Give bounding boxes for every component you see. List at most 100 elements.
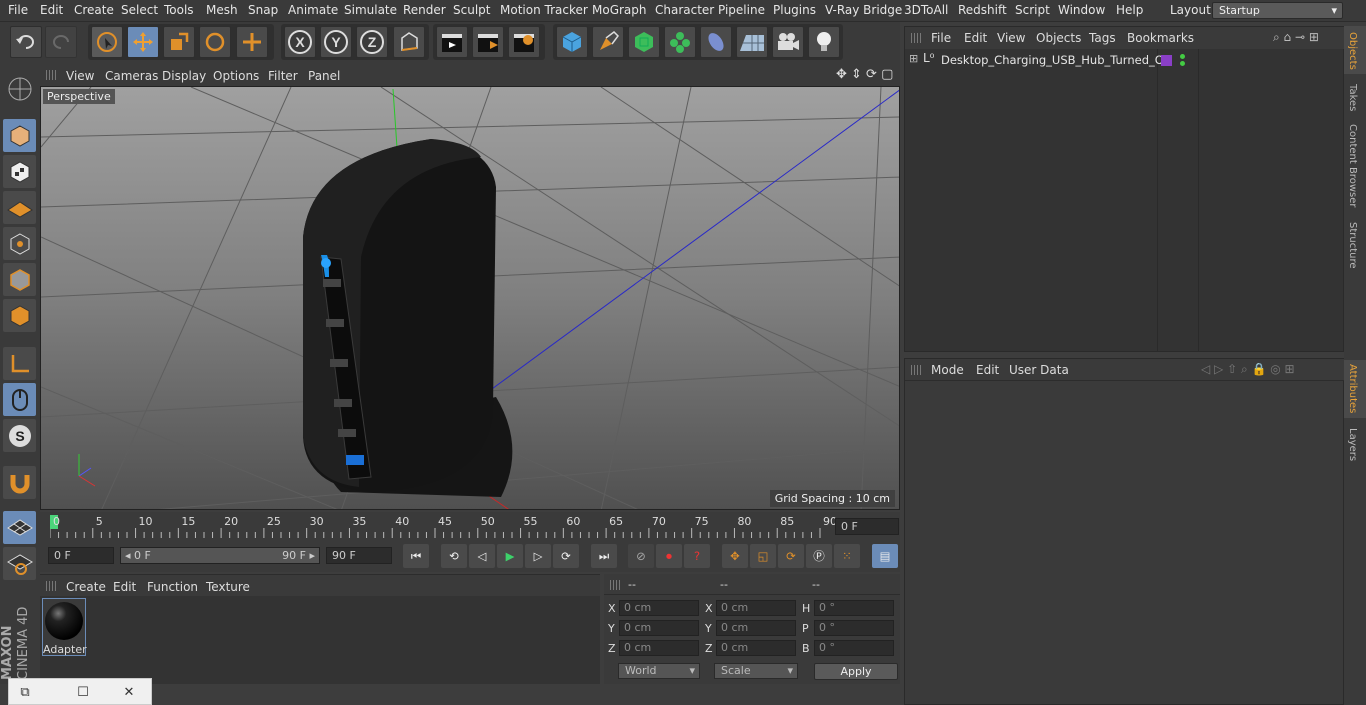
next-frame-button[interactable]: ▷ bbox=[525, 544, 551, 568]
size-mode-select[interactable]: Scale ▾ bbox=[714, 663, 798, 679]
render-visibility-icon[interactable] bbox=[1180, 61, 1185, 66]
attribute-menu-edit[interactable]: Edit bbox=[976, 363, 999, 377]
menu-sculpt[interactable]: Sculpt bbox=[453, 3, 490, 17]
menu-simulate[interactable]: Simulate bbox=[344, 3, 397, 17]
menu-help[interactable]: Help bbox=[1116, 3, 1143, 17]
key-position-button[interactable]: ✥ bbox=[722, 544, 748, 568]
pos-x-field[interactable]: 0 cm bbox=[619, 600, 699, 616]
render-view-button[interactable] bbox=[436, 26, 468, 58]
start-frame-field[interactable]: 0 F bbox=[48, 547, 114, 564]
deformer-button[interactable] bbox=[700, 26, 732, 58]
magnet-button[interactable] bbox=[3, 466, 36, 499]
rot-b-field[interactable]: 0 ° bbox=[814, 640, 894, 656]
points-mode-button[interactable] bbox=[3, 227, 36, 260]
camera-button[interactable] bbox=[772, 26, 804, 58]
light-button[interactable] bbox=[808, 26, 840, 58]
object-menu-tags[interactable]: Tags bbox=[1089, 31, 1116, 45]
timeline-window-button[interactable]: ▤ bbox=[872, 544, 898, 568]
coordinate-system-button[interactable] bbox=[393, 26, 425, 58]
layer-tag-icon[interactable] bbox=[1161, 55, 1172, 66]
grid-lock-button[interactable] bbox=[3, 511, 36, 544]
pos-y-field[interactable]: 0 cm bbox=[619, 620, 699, 636]
live-selection-button[interactable] bbox=[91, 26, 123, 58]
menu-mesh[interactable]: Mesh bbox=[206, 3, 238, 17]
close-button[interactable]: ✕ bbox=[119, 683, 139, 701]
maximize-button[interactable]: ☐ bbox=[73, 683, 93, 701]
previous-frame-button[interactable]: ◁ bbox=[469, 544, 495, 568]
menu-character[interactable]: Character bbox=[655, 3, 714, 17]
attribute-menu-user-data[interactable]: User Data bbox=[1009, 363, 1069, 377]
pos-z-field[interactable]: 0 cm bbox=[619, 640, 699, 656]
material-menu-edit[interactable]: Edit bbox=[113, 580, 136, 594]
3d-viewport[interactable]: Perspective Grid Spacing : 10 cm bbox=[40, 86, 900, 510]
key-rotation-button[interactable]: ⟳ bbox=[778, 544, 804, 568]
menu-motion-tracker[interactable]: Motion Tracker bbox=[500, 3, 588, 17]
material-menu-create[interactable]: Create bbox=[66, 580, 106, 594]
viewport-nav-icons[interactable]: ✥ ⇕ ⟳ ▢ bbox=[836, 67, 893, 82]
move-button[interactable] bbox=[127, 26, 159, 58]
floor-button[interactable] bbox=[736, 26, 768, 58]
material-menu-texture[interactable]: Texture bbox=[206, 580, 250, 594]
expand-icon[interactable]: ⊞ bbox=[909, 52, 918, 65]
menu-select[interactable]: Select bbox=[121, 3, 158, 17]
menu-edit[interactable]: Edit bbox=[40, 3, 63, 17]
coordinate-space-select[interactable]: World ▾ bbox=[618, 663, 700, 679]
object-row[interactable]: ⊞ L⁰ Desktop_Charging_USB_Hub_Turned_ON bbox=[905, 51, 1172, 69]
menu-snap[interactable]: Snap bbox=[248, 3, 278, 17]
key-parameter-button[interactable]: Ⓟ bbox=[806, 544, 832, 568]
keyframe-help-button[interactable]: ? bbox=[684, 544, 710, 568]
object-menu-objects[interactable]: Objects bbox=[1036, 31, 1081, 45]
viewport-menu-display[interactable]: Display bbox=[162, 69, 206, 83]
restore-window-button[interactable]: ⧉ bbox=[15, 683, 35, 701]
viewport-menu-options[interactable]: Options bbox=[213, 69, 259, 83]
menu-animate[interactable]: Animate bbox=[288, 3, 338, 17]
menu-create[interactable]: Create bbox=[74, 3, 114, 17]
size-x-field[interactable]: 0 cm bbox=[716, 600, 796, 616]
key-scale-button[interactable]: ◱ bbox=[750, 544, 776, 568]
menu-vray-bridge[interactable]: V-Ray Bridge bbox=[825, 3, 902, 17]
end-frame-field[interactable]: 90 F bbox=[326, 547, 392, 564]
object-menu-bookmarks[interactable]: Bookmarks bbox=[1127, 31, 1194, 45]
previous-key-button[interactable]: ⟲ bbox=[441, 544, 467, 568]
object-manager-nav-icons[interactable]: ⌕ ⌂ ⊸ ⊞ bbox=[1273, 30, 1319, 45]
pen-button[interactable] bbox=[592, 26, 624, 58]
go-to-end-button[interactable]: ⏭ bbox=[591, 544, 617, 568]
y-axis-button[interactable]: Y bbox=[320, 26, 352, 58]
menu-render[interactable]: Render bbox=[403, 3, 446, 17]
polygons-mode-button[interactable] bbox=[3, 299, 36, 332]
cube-button[interactable] bbox=[556, 26, 588, 58]
tab-attributes[interactable]: Attributes bbox=[1347, 364, 1358, 413]
object-menu-edit[interactable]: Edit bbox=[964, 31, 987, 45]
viewport-camera-label[interactable]: Perspective bbox=[43, 89, 115, 104]
menu-3dtoall[interactable]: 3DToAll bbox=[904, 3, 948, 17]
model-mode-button[interactable] bbox=[3, 119, 36, 152]
workplane-button[interactable] bbox=[3, 191, 36, 224]
z-axis-button[interactable]: Z bbox=[356, 26, 388, 58]
current-frame-field[interactable]: 0 F bbox=[835, 518, 899, 535]
render-settings-button[interactable] bbox=[508, 26, 540, 58]
attribute-nav-icons[interactable]: ◁ ▷ ⇧ ⌕ 🔒 ◎ ⊞ bbox=[1201, 362, 1295, 377]
tab-layers[interactable]: Layers bbox=[1347, 428, 1358, 461]
menu-tools[interactable]: Tools bbox=[164, 3, 194, 17]
material-menu-function[interactable]: Function bbox=[147, 580, 198, 594]
menu-script[interactable]: Script bbox=[1015, 3, 1050, 17]
object-menu-view[interactable]: View bbox=[997, 31, 1025, 45]
layout-select[interactable]: Startup ▾ bbox=[1212, 2, 1343, 19]
autokey-button[interactable]: ⏺ bbox=[656, 544, 682, 568]
viewport-menu-cameras[interactable]: Cameras bbox=[105, 69, 158, 83]
timeline-ruler[interactable]: 0 5 10 15 20 25 30 35 40 45 50 55 60 65 70 75 80 85 90 0 F bbox=[40, 512, 900, 540]
render-picture-viewer-button[interactable] bbox=[472, 26, 504, 58]
x-axis-button[interactable]: X bbox=[284, 26, 316, 58]
axis-mode-button[interactable] bbox=[3, 347, 36, 380]
apply-button[interactable]: Apply bbox=[814, 663, 898, 680]
subdivision-button[interactable] bbox=[628, 26, 660, 58]
tab-content-browser[interactable]: Content Browser bbox=[1347, 124, 1358, 207]
rotate-button[interactable] bbox=[199, 26, 231, 58]
mograph-cloner-button[interactable] bbox=[664, 26, 696, 58]
rot-p-field[interactable]: 0 ° bbox=[814, 620, 894, 636]
menu-pipeline[interactable]: Pipeline bbox=[718, 3, 765, 17]
rot-h-field[interactable]: 0 ° bbox=[814, 600, 894, 616]
tab-objects[interactable]: Objects bbox=[1347, 32, 1358, 70]
next-key-button[interactable]: ⟳ bbox=[553, 544, 579, 568]
frame-range-slider[interactable]: ◂ 0 F 90 F ▸ bbox=[120, 547, 320, 564]
